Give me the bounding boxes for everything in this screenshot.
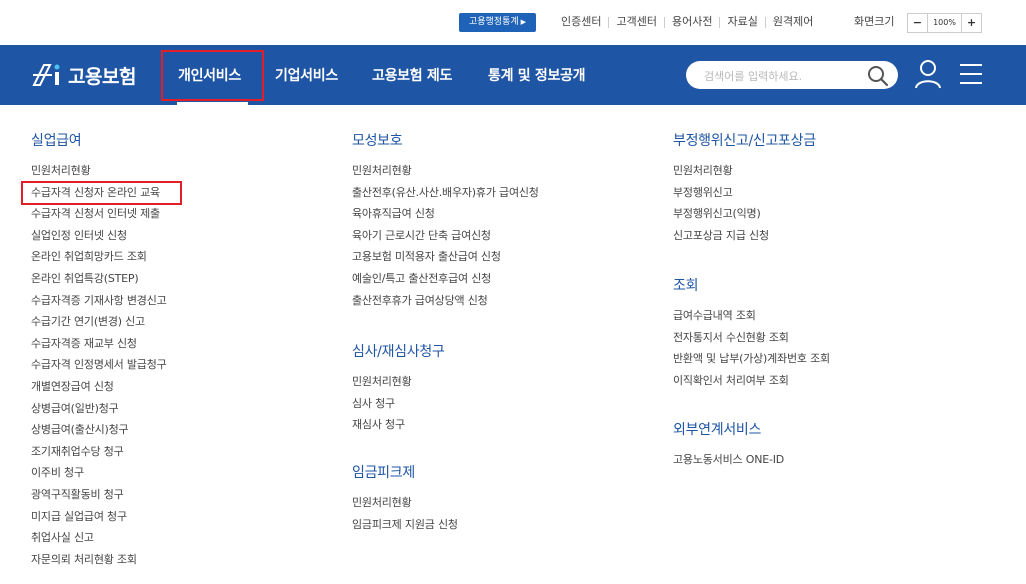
- list-item[interactable]: 급여수급내역 조회: [673, 307, 830, 329]
- wage-peak-links: 민원처리현황 임금피크제 지원금 신청: [352, 494, 458, 537]
- list-item[interactable]: 온라인 취업희망카드 조회: [31, 248, 167, 270]
- logo-text: 고용보험: [68, 65, 136, 88]
- section-title-inquiry[interactable]: 조회: [673, 276, 830, 296]
- hamburger-menu-icon[interactable]: [959, 63, 983, 85]
- link-remote-control[interactable]: 원격제어: [766, 14, 820, 30]
- list-item[interactable]: 재심사 청구: [352, 416, 444, 438]
- menu-insurance-system[interactable]: 고용보험 제도: [372, 65, 452, 85]
- list-item[interactable]: 반환액 및 납부(가상)계좌번호 조회: [673, 350, 830, 372]
- list-item[interactable]: 수급자격증 재교부 신청: [31, 335, 167, 357]
- list-item[interactable]: 육아휴직급여 신청: [352, 205, 539, 227]
- list-item[interactable]: 고용노동서비스 ONE-ID: [673, 451, 784, 473]
- list-item[interactable]: 부정행위신고(익명): [673, 205, 816, 227]
- zoom-label: 화면크기: [854, 15, 895, 28]
- fraud-report-links: 민원처리현황 부정행위신고 부정행위신고(익명) 신고포상금 지급 신청: [673, 162, 816, 248]
- list-item[interactable]: 취업사실 신고: [31, 529, 167, 551]
- list-item[interactable]: 육아기 근로시간 단축 급여신청: [352, 227, 539, 249]
- list-item[interactable]: 부정행위신고: [673, 184, 816, 206]
- menu-column-inquiry: 조회 급여수급내역 조회 전자통지서 수신현황 조회 반환액 및 납부(가상)계…: [673, 276, 830, 393]
- section-title-maternity[interactable]: 모성보호: [352, 131, 539, 151]
- list-item[interactable]: 자문의뢰 처리현황 조회: [31, 551, 167, 573]
- list-item[interactable]: 수급자격 신청서 인터넷 제출: [31, 205, 167, 227]
- section-title-fraud-report[interactable]: 부정행위신고/신고포상금: [673, 131, 816, 151]
- ei-logo-icon: [32, 64, 60, 86]
- list-item[interactable]: 상병급여(출산시)청구: [31, 421, 167, 443]
- zoom-value: 100%: [927, 14, 962, 32]
- list-item[interactable]: 상병급여(일반)청구: [31, 400, 167, 422]
- list-item[interactable]: 수급기간 연기(변경) 신고: [31, 313, 167, 335]
- section-title-external-services[interactable]: 외부연계서비스: [673, 420, 784, 440]
- list-item[interactable]: 민원처리현황: [352, 373, 444, 395]
- list-item[interactable]: 민원처리현황: [352, 162, 539, 184]
- appeal-links: 민원처리현황 심사 청구 재심사 청구: [352, 373, 444, 438]
- list-item[interactable]: 미지급 실업급여 청구: [31, 508, 167, 530]
- zoom-out-button[interactable]: −: [908, 14, 927, 32]
- list-item[interactable]: 민원처리현황: [352, 494, 458, 516]
- list-item[interactable]: 예술인/특고 출산전후급여 신청: [352, 270, 539, 292]
- list-item[interactable]: 출산전후(유산.사산.배우자)휴가 급여신청: [352, 184, 539, 206]
- list-item[interactable]: 실업인정 인터넷 신청: [31, 227, 167, 249]
- list-item[interactable]: 전자통지서 수신현황 조회: [673, 329, 830, 351]
- unemployment-links: 민원처리현황 수급자격 신청자 온라인 교육 수급자격 신청서 인터넷 제출 실…: [31, 162, 167, 572]
- list-item[interactable]: 조기재취업수당 청구: [31, 443, 167, 465]
- menu-column-maternity: 모성보호 민원처리현황 출산전후(유산.사산.배우자)휴가 급여신청 육아휴직급…: [352, 131, 539, 313]
- site-logo[interactable]: 고용보험: [30, 61, 136, 89]
- search-input[interactable]: 검색어를 입력하세요.: [704, 68, 802, 84]
- section-title-wage-peak[interactable]: 임금피크제: [352, 463, 458, 483]
- list-item[interactable]: 온라인 취업특강(STEP): [31, 270, 167, 292]
- list-item[interactable]: 고용보험 미적용자 출산급여 신청: [352, 248, 539, 270]
- main-nav: 고용보험 개인서비스 기업서비스 고용보험 제도 통계 및 정보공개 검색어를 …: [0, 45, 1026, 105]
- list-item[interactable]: 심사 청구: [352, 395, 444, 417]
- zoom-in-button[interactable]: +: [962, 14, 981, 32]
- section-title-unemployment-benefit[interactable]: 실업급여: [31, 131, 167, 151]
- list-item[interactable]: 출산전후휴가 급여상당액 신청: [352, 292, 539, 314]
- list-item[interactable]: 신고포상금 지급 신청: [673, 227, 816, 249]
- menu-column-wage-peak: 임금피크제 민원처리현황 임금피크제 지원금 신청: [352, 463, 458, 537]
- utility-links: 인증센터 고객센터 용어사전 자료실 원격제어: [554, 14, 820, 30]
- list-item[interactable]: 광역구직활동비 청구: [31, 486, 167, 508]
- link-customer-center[interactable]: 고객센터: [609, 14, 663, 30]
- active-menu-highlight: [161, 50, 264, 101]
- menu-column-fraud-report: 부정행위신고/신고포상금 민원처리현황 부정행위신고 부정행위신고(익명) 신고…: [673, 131, 816, 248]
- employment-stats-button[interactable]: 고용행정통계 ▶: [459, 13, 536, 32]
- list-item[interactable]: 이직확인서 처리여부 조회: [673, 372, 830, 394]
- stats-button-label: 고용행정통계: [468, 17, 519, 27]
- link-glossary[interactable]: 용어사전: [665, 14, 719, 30]
- maternity-links: 민원처리현황 출산전후(유산.사산.배우자)휴가 급여신청 육아휴직급여 신청 …: [352, 162, 539, 313]
- list-item[interactable]: 개별연장급여 신청: [31, 378, 167, 400]
- search-icon[interactable]: [866, 64, 890, 88]
- utility-bar: 고용행정통계 ▶ 인증센터 고객센터 용어사전 자료실 원격제어 화면크기 − 1…: [0, 0, 1026, 45]
- external-links: 고용노동서비스 ONE-ID: [673, 451, 784, 473]
- list-item[interactable]: 수급자격 인정명세서 발급청구: [31, 356, 167, 378]
- highlighted-item-box: [21, 181, 182, 205]
- menu-column-external: 외부연계서비스 고용노동서비스 ONE-ID: [673, 420, 784, 473]
- link-certification-center[interactable]: 인증센터: [554, 14, 608, 30]
- active-menu-underline: [177, 102, 248, 105]
- inquiry-links: 급여수급내역 조회 전자통지서 수신현황 조회 반환액 및 납부(가상)계좌번호…: [673, 307, 830, 393]
- menu-statistics-disclosure[interactable]: 통계 및 정보공개: [488, 65, 586, 85]
- list-item[interactable]: 임금피크제 지원금 신청: [352, 516, 458, 538]
- search-box[interactable]: 검색어를 입력하세요.: [686, 61, 898, 89]
- menu-business-services[interactable]: 기업서비스: [275, 65, 338, 85]
- section-title-appeal[interactable]: 심사/재심사청구: [352, 342, 445, 362]
- zoom-control: − 100% +: [907, 13, 982, 33]
- list-item[interactable]: 수급자격증 기재사항 변경신고: [31, 292, 167, 314]
- list-item[interactable]: 이주비 청구: [31, 464, 167, 486]
- link-resources[interactable]: 자료실: [720, 14, 764, 30]
- chevron-right-icon: ▶: [520, 18, 527, 26]
- user-icon[interactable]: [914, 59, 942, 89]
- menu-column-appeal: 심사/재심사청구 민원처리현황 심사 청구 재심사 청구: [352, 342, 445, 438]
- list-item[interactable]: 민원처리현황: [673, 162, 816, 184]
